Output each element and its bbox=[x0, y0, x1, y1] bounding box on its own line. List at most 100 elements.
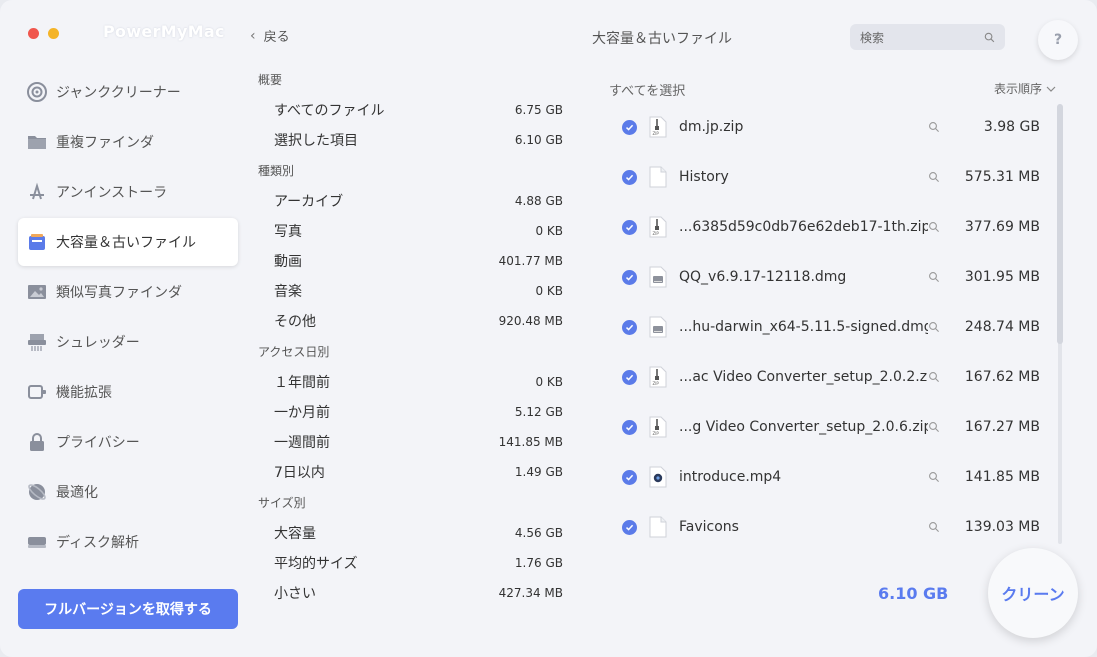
search-icon bbox=[984, 32, 995, 42]
clean-button[interactable]: クリーン bbox=[988, 548, 1078, 638]
search-input[interactable]: 検索 bbox=[850, 24, 1005, 50]
summary-row[interactable]: 一か月前 5.12 GB bbox=[258, 397, 563, 427]
row-value: 920.48 MB bbox=[498, 314, 563, 328]
file-checkbox[interactable] bbox=[622, 469, 637, 485]
summary-panel: 概要 すべてのファイル 6.75 GB 選択した項目 6.10 GB 種類別 アーカ… bbox=[258, 72, 563, 616]
file-checkbox[interactable] bbox=[622, 219, 637, 235]
svg-text:ZIP: ZIP bbox=[653, 231, 660, 236]
back-button[interactable]: ‹ 戻る bbox=[250, 26, 290, 46]
sidebar-item-uninstaller[interactable]: アンインストーラ bbox=[18, 168, 238, 216]
file-row[interactable]: QQ_v6.9.17-12118.dmg 301.95 MB bbox=[610, 252, 1040, 302]
checkmark-icon bbox=[625, 224, 634, 231]
document-icon bbox=[649, 516, 667, 538]
checkmark-icon bbox=[625, 374, 634, 381]
file-name: dm.jp.zip bbox=[679, 119, 744, 135]
summary-row[interactable]: １年間前 0 KB bbox=[258, 367, 563, 397]
file-name: QQ_v6.9.17-12118.dmg bbox=[679, 269, 847, 285]
file-row[interactable]: ZIP ...g Video Converter_setup_2.0.6.zip 1… bbox=[610, 402, 1040, 452]
sidebar-item-junk-cleaner[interactable]: ジャンククリーナー bbox=[18, 68, 238, 116]
file-row[interactable]: ...hu-darwin_x64-5.11.5-signed.dmg 248.74… bbox=[610, 302, 1040, 352]
file-size: 167.62 MB bbox=[964, 369, 1040, 385]
file-checkbox[interactable] bbox=[622, 169, 637, 185]
checkmark-icon bbox=[625, 274, 634, 281]
sidebar-item-large-old-files[interactable]: 大容量＆古いファイル bbox=[18, 218, 238, 266]
summary-row[interactable]: 平均的サイズ 1.76 GB bbox=[258, 548, 563, 578]
sidebar-item-privacy[interactable]: プライバシー bbox=[18, 418, 238, 466]
file-size: 3.98 GB bbox=[983, 119, 1040, 135]
file-row[interactable]: History 575.31 MB bbox=[610, 152, 1040, 202]
chevron-down-icon bbox=[1046, 86, 1056, 92]
get-full-version-button[interactable]: フルバージョンを取得する bbox=[18, 589, 238, 629]
section-title: サイズ別 bbox=[258, 496, 306, 510]
sidebar-item-extensions[interactable]: 機能拡張 bbox=[18, 368, 238, 416]
file-name: ...ac Video Converter_setup_2.0.2.zip bbox=[679, 369, 928, 385]
svg-text:ZIP: ZIP bbox=[653, 431, 660, 436]
sidebar-item-disk-analyzer[interactable]: ディスク解析 bbox=[18, 518, 238, 566]
magnifier-icon[interactable] bbox=[928, 271, 940, 283]
magnifier-icon[interactable] bbox=[928, 221, 940, 233]
file-row[interactable]: ZIP ...6385d59c0db76e62deb17-1th.zip 377.6… bbox=[610, 202, 1040, 252]
summary-row[interactable]: 動画 401.77 MB bbox=[258, 246, 563, 276]
section-title: アクセス日別 bbox=[258, 345, 330, 359]
magnifier-icon[interactable] bbox=[928, 471, 940, 483]
summary-row[interactable]: 7日以内 1.49 GB bbox=[258, 457, 563, 487]
row-label: 動画 bbox=[274, 254, 302, 270]
row-value: 401.77 MB bbox=[498, 254, 563, 268]
summary-row[interactable]: アーカイブ 4.88 GB bbox=[258, 186, 563, 216]
summary-row[interactable]: 大容量 4.56 GB bbox=[258, 518, 563, 548]
close-window-button[interactable] bbox=[28, 28, 39, 39]
document-icon bbox=[649, 166, 667, 188]
sidebar-item-label: 機能拡張 bbox=[56, 385, 112, 401]
file-name: History bbox=[679, 169, 729, 185]
sidebar-item-label: 類似写真ファインダ bbox=[56, 285, 182, 301]
summary-row[interactable]: その他 920.48 MB bbox=[258, 306, 563, 336]
sidebar-item-optimize[interactable]: 最適化 bbox=[18, 468, 238, 516]
file-checkbox[interactable] bbox=[622, 369, 637, 385]
magnifier-icon[interactable] bbox=[928, 371, 940, 383]
section-title: 種類別 bbox=[258, 164, 295, 178]
summary-row[interactable]: 写真 0 KB bbox=[258, 216, 563, 246]
scrollbar-thumb[interactable] bbox=[1057, 104, 1063, 344]
checkmark-icon bbox=[625, 124, 634, 131]
file-row[interactable]: Favicons 139.03 MB bbox=[610, 502, 1040, 552]
zip-icon: ZIP bbox=[649, 116, 667, 138]
sidebar-item-similar-photo-finder[interactable]: 類似写真ファインダ bbox=[18, 268, 238, 316]
file-size: 248.74 MB bbox=[964, 319, 1040, 335]
magnifier-icon[interactable] bbox=[928, 171, 940, 183]
file-name: ...6385d59c0db76e62deb17-1th.zip bbox=[679, 219, 928, 235]
row-label: 平均的サイズ bbox=[274, 556, 358, 572]
summary-row[interactable]: 一週間前 141.85 MB bbox=[258, 427, 563, 457]
select-all-button[interactable]: すべてを選択 bbox=[609, 80, 685, 99]
dmg-icon bbox=[649, 316, 667, 338]
row-value: 0 KB bbox=[535, 375, 563, 389]
scrollbar[interactable] bbox=[1055, 104, 1065, 544]
file-checkbox[interactable] bbox=[622, 119, 637, 135]
magnifier-icon[interactable] bbox=[928, 521, 940, 533]
lock-icon bbox=[26, 431, 48, 453]
file-row[interactable]: introduce.mp4 141.85 MB bbox=[610, 452, 1040, 502]
sidebar-item-duplicate-finder[interactable]: 重複ファインダ bbox=[18, 118, 238, 166]
file-checkbox[interactable] bbox=[622, 269, 637, 285]
summary-row[interactable]: 音楽 0 KB bbox=[258, 276, 563, 306]
file-name: ...g Video Converter_setup_2.0.6.zip bbox=[679, 419, 928, 435]
magnifier-icon[interactable] bbox=[928, 421, 940, 433]
app-window: PowerMyMac ‹ 戻る 大容量＆古いファイル 検索 ? ジャンククリーナ… bbox=[0, 0, 1097, 657]
file-checkbox[interactable] bbox=[622, 519, 637, 535]
sidebar-item-label: 重複ファインダ bbox=[56, 135, 154, 151]
file-size: 575.31 MB bbox=[964, 169, 1040, 185]
help-button[interactable]: ? bbox=[1038, 20, 1078, 60]
minimize-window-button[interactable] bbox=[48, 28, 59, 39]
extension-icon bbox=[26, 381, 48, 403]
file-checkbox[interactable] bbox=[622, 319, 637, 335]
checkmark-icon bbox=[625, 424, 634, 431]
file-row[interactable]: ZIP dm.jp.zip 3.98 GB bbox=[610, 102, 1040, 152]
sort-dropdown[interactable]: 表示順序 bbox=[994, 80, 1056, 97]
file-row[interactable]: ZIP ...ac Video Converter_setup_2.0.2.zip… bbox=[610, 352, 1040, 402]
sidebar-item-shredder[interactable]: シュレッダー bbox=[18, 318, 238, 366]
magnifier-icon[interactable] bbox=[928, 321, 940, 333]
magnifier-icon[interactable] bbox=[928, 121, 940, 133]
search-placeholder: 検索 bbox=[860, 30, 885, 45]
svg-text:ZIP: ZIP bbox=[653, 381, 660, 386]
file-checkbox[interactable] bbox=[622, 419, 637, 435]
summary-row[interactable]: 小さい 427.34 MB bbox=[258, 578, 563, 608]
